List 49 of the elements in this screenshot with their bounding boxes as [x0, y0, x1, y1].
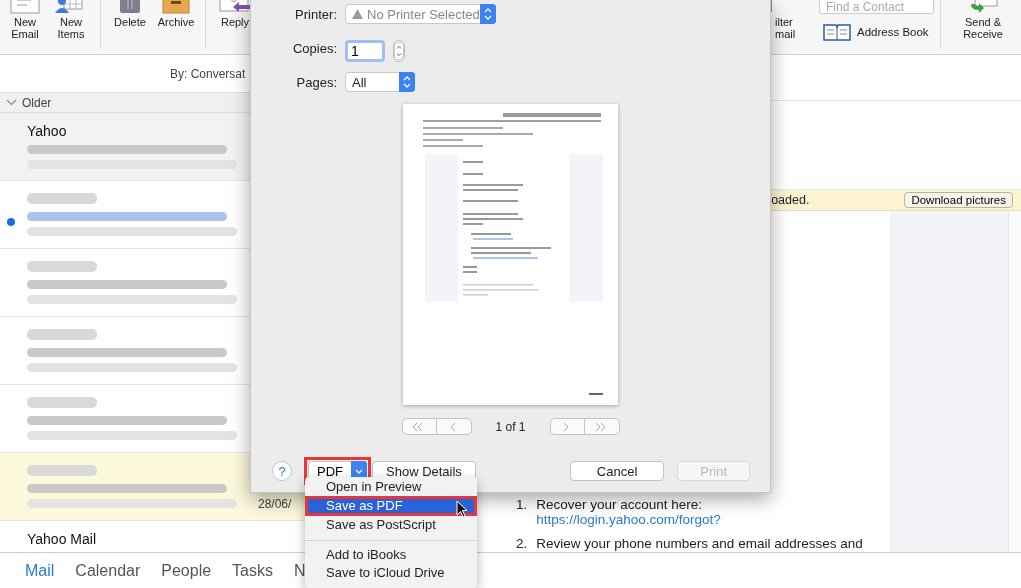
menu-item[interactable]: Add to iBooks	[305, 546, 477, 564]
new-items-button[interactable]: New Items	[48, 0, 94, 54]
help-button[interactable]: ?	[272, 461, 292, 481]
nav-tab[interactable]: N	[294, 561, 306, 580]
step-text: Recover your account here:	[536, 497, 704, 512]
contact-search-field[interactable]: Find a Contact	[819, 0, 934, 14]
nav-tab[interactable]: Mail	[25, 561, 55, 580]
archive-button[interactable]: Archive	[153, 0, 199, 54]
delete-button[interactable]: Delete	[107, 0, 153, 54]
blurred-text	[27, 329, 97, 340]
group-label: Older	[22, 95, 52, 110]
mail-date: 28/06/	[258, 497, 292, 511]
stepper[interactable]	[393, 40, 405, 62]
warning-icon	[352, 9, 363, 19]
field-label: Copies:	[292, 40, 337, 56]
menu-item[interactable]: Save to iCloud Drive	[305, 564, 477, 582]
link[interactable]: https://login.yahoo.com/forgot?	[536, 512, 721, 527]
cancel-button[interactable]: Cancel	[569, 461, 665, 481]
page-indicator: 1 of 1	[494, 419, 527, 434]
printer-popup[interactable]: No Printer Selected	[345, 4, 496, 24]
book-icon	[823, 23, 851, 41]
step-text: Review your phone numbers and email addresses and	[536, 536, 863, 551]
scrollbar[interactable]	[1008, 211, 1021, 552]
nav-tab[interactable]: People	[161, 561, 212, 580]
pages-popup[interactable]: All	[345, 72, 415, 92]
blurred-text	[27, 397, 97, 408]
cursor-icon	[456, 500, 468, 518]
field-label: Pages:	[296, 74, 337, 90]
sender-name: Yahoo	[27, 123, 68, 139]
segmented-control[interactable]	[549, 418, 620, 435]
chevron-down-icon	[6, 99, 17, 106]
blurred-text	[27, 193, 97, 204]
download-pictures-button[interactable]: Download pictures	[904, 192, 1013, 208]
sender-name: Yahoo Mail	[27, 531, 97, 547]
segmented-control[interactable]	[401, 418, 472, 435]
address-book-button[interactable]: Address Book	[819, 23, 929, 41]
step-number: 1.	[516, 497, 528, 514]
nav-tab[interactable]: Calendar	[75, 561, 141, 580]
menu-item[interactable]: Save as PDF	[305, 496, 477, 516]
blurred-text	[27, 465, 97, 476]
field-label: Printer:	[295, 6, 337, 22]
nav-tab[interactable]: Tasks	[232, 561, 273, 580]
banner-text: oaded.	[771, 193, 810, 207]
blurred-text	[27, 261, 97, 272]
copies-field[interactable]: 1	[345, 40, 385, 62]
new-email-button[interactable]: New Email	[2, 0, 48, 54]
send-receive-button[interactable]: Send & Receive	[955, 0, 1011, 54]
sort-label[interactable]: By: Conversat	[170, 66, 246, 81]
step-number: 2.	[516, 536, 528, 551]
